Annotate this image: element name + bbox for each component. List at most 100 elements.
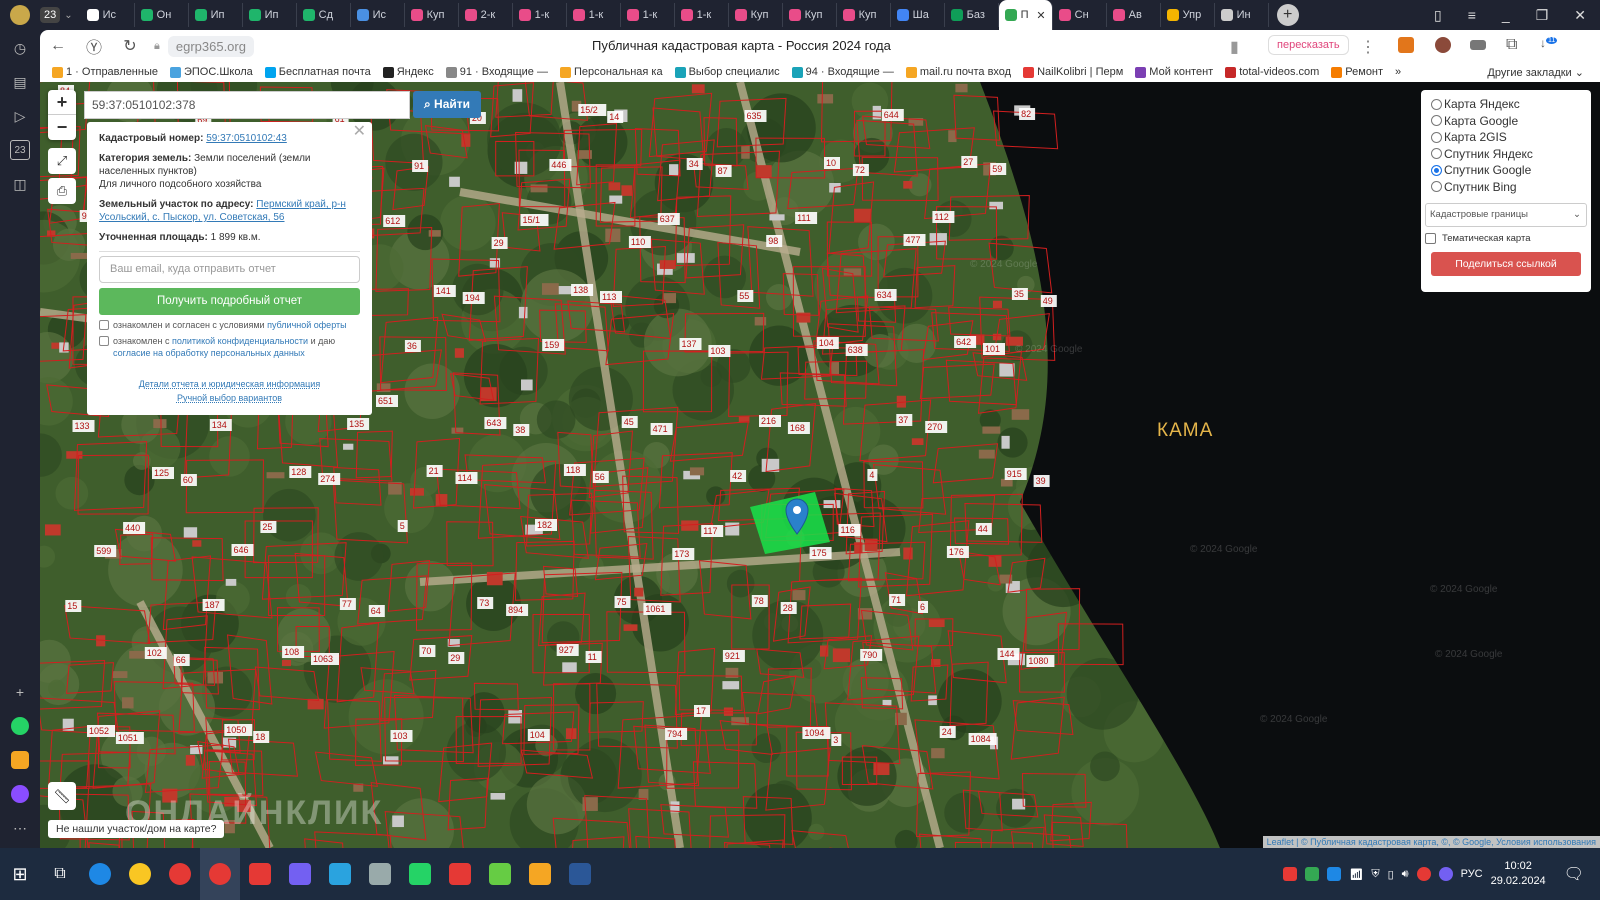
app-icon[interactable]	[480, 848, 520, 900]
retell-button[interactable]: пересказать	[1268, 35, 1349, 55]
anydesk-icon[interactable]	[440, 848, 480, 900]
browser-tab[interactable]: Упр	[1161, 3, 1215, 27]
bookmark-item[interactable]: 94 · Входящие —	[791, 66, 894, 78]
consent-link[interactable]: согласие на обработку персональных данны…	[113, 348, 305, 358]
history-icon[interactable]: ◷	[10, 38, 30, 58]
alice-icon[interactable]	[10, 784, 30, 804]
bookmark-item[interactable]: total-videos.com	[1225, 66, 1319, 78]
notifications-icon[interactable]: 🗨︎	[1564, 864, 1584, 884]
add-icon[interactable]: +	[10, 682, 30, 702]
screenshot-icon[interactable]: ◫	[10, 174, 30, 194]
bookmark-item[interactable]: Ремонт	[1331, 66, 1383, 78]
browser-tab[interactable]: Он	[135, 3, 189, 27]
clock[interactable]: 10:02 29.02.2024	[1491, 859, 1546, 889]
share-link-button[interactable]: Поделиться ссылкой	[1431, 252, 1581, 276]
bookmark-item[interactable]: Персональная ка	[559, 66, 663, 78]
bookmark-icon[interactable]: ▮	[1230, 37, 1239, 57]
privacy-checkbox[interactable]	[99, 336, 109, 346]
downloads-icon[interactable]: ↓ 11	[1540, 36, 1558, 50]
app-icon[interactable]	[360, 848, 400, 900]
minimize-button[interactable]: _	[1502, 7, 1510, 24]
play-icon[interactable]: ▷	[10, 106, 30, 126]
offer-checkbox[interactable]	[99, 320, 109, 330]
url-field[interactable]: egrp365.org	[167, 35, 254, 57]
mail-icon[interactable]	[520, 848, 560, 900]
calendar-icon[interactable]: 23	[10, 140, 30, 160]
tray-app-icon[interactable]	[1283, 867, 1298, 881]
back-button[interactable]: ←	[40, 37, 76, 55]
layer-option[interactable]: Спутник Bing	[1431, 179, 1581, 196]
radio-button[interactable]	[1431, 148, 1442, 160]
language-indicator[interactable]: РУС	[1461, 868, 1483, 880]
bookmark-item[interactable]: Бесплатная почта	[264, 66, 371, 78]
zoom-out-button[interactable]: −	[48, 115, 76, 140]
viber-icon[interactable]	[280, 848, 320, 900]
bookmark-item[interactable]: Мой контент	[1135, 66, 1213, 78]
layer-option[interactable]: Карта 2GIS	[1431, 129, 1581, 146]
security-icon[interactable]: ⛨	[1371, 868, 1379, 881]
chrome-icon[interactable]	[160, 848, 200, 900]
yandex-icon[interactable]	[240, 848, 280, 900]
browser-tab[interactable]: 1-к	[567, 3, 621, 27]
volume-icon[interactable]: 🔊︎	[1402, 868, 1409, 881]
layer-option[interactable]: Спутник Google	[1431, 162, 1581, 179]
browser-tab[interactable]: П ✕	[998, 0, 1053, 30]
browser-tab[interactable]: 1-к	[675, 3, 729, 27]
thematic-checkbox[interactable]	[1425, 233, 1436, 244]
browser-tab[interactable]: Ин	[1215, 3, 1269, 27]
ruler-tool-button[interactable]: 📏︎	[48, 782, 76, 810]
zoom-in-button[interactable]: +	[48, 90, 76, 115]
extensions-icon[interactable]: ⧉	[1506, 36, 1517, 54]
browser-tab[interactable]: 1-к	[621, 3, 675, 27]
privacy-link[interactable]: политикой конфиденциальности	[172, 336, 308, 346]
start-button[interactable]: ⊞	[0, 848, 40, 900]
layer-option[interactable]: Спутник Яндекс	[1431, 146, 1581, 163]
word-icon[interactable]	[560, 848, 600, 900]
radio-button[interactable]	[1431, 131, 1442, 143]
browser-tab[interactable]: Куп	[837, 3, 891, 27]
browser-tab[interactable]: 1-к	[513, 3, 567, 27]
radio-button[interactable]	[1431, 98, 1442, 110]
bookmark-item[interactable]: mail.ru почта вход	[905, 66, 1011, 78]
not-found-link[interactable]: Не нашли участок/дом на карте?	[48, 820, 225, 838]
browser-tab[interactable]: Куп	[729, 3, 783, 27]
details-link[interactable]: Детали отчета и юридическая информация	[139, 379, 320, 389]
more-icon[interactable]: ⋮	[1360, 37, 1376, 57]
bookmark-item[interactable]: Выбор специалис	[674, 66, 780, 78]
usb-icon[interactable]: ▯	[1388, 868, 1394, 881]
bookmark-item[interactable]: 1 · Отправленные	[52, 66, 158, 78]
browser-tab[interactable]: Ис	[81, 3, 135, 27]
telegram-icon[interactable]	[320, 848, 360, 900]
viber-tray-icon[interactable]	[1438, 867, 1453, 881]
browser-tab[interactable]: Ип	[189, 3, 243, 27]
chevron-down-icon[interactable]: ⌄	[64, 10, 72, 21]
more-icon[interactable]: ⋯	[10, 818, 30, 838]
radio-button[interactable]	[1431, 115, 1442, 127]
new-tab-button[interactable]: +	[1276, 4, 1299, 26]
more-bookmarks-icon[interactable]: »	[1395, 66, 1401, 78]
browser-tab[interactable]: Ша	[891, 3, 945, 27]
cadastral-map[interactable]: © 2024 Google © 2024 Google © 2024 Google ©…	[40, 82, 1600, 848]
layer-option[interactable]: Карта Яндекс	[1431, 96, 1581, 113]
browser-tab[interactable]: Куп	[783, 3, 837, 27]
bookmark-item[interactable]: 91 · Входящие —	[445, 66, 548, 78]
whatsapp-icon[interactable]	[10, 716, 30, 736]
browser-tab[interactable]: Сд	[297, 3, 351, 27]
task-view-icon[interactable]: ⧉	[40, 848, 80, 900]
tab-count-badge[interactable]: 23	[40, 7, 61, 23]
offer-link[interactable]: публичной оферты	[267, 320, 347, 330]
mail-icon[interactable]	[10, 750, 30, 770]
close-icon[interactable]: ✕	[353, 124, 366, 140]
get-report-button[interactable]: Получить подробный отчет	[99, 288, 360, 315]
bookmark-item[interactable]: NailKolibri | Перм	[1023, 66, 1123, 78]
radio-button[interactable]	[1431, 164, 1442, 176]
browser-tab[interactable]: Баз	[945, 3, 999, 27]
cad-number-link[interactable]: 59:37:0510102:43	[206, 133, 287, 144]
browser-tab[interactable]: Ип	[243, 3, 297, 27]
collections-icon[interactable]: ▤	[10, 72, 30, 92]
google-drive-icon[interactable]	[1305, 867, 1320, 881]
find-button[interactable]: ⌕ Найти	[413, 91, 481, 118]
layer-option[interactable]: Карта Google	[1431, 113, 1581, 130]
other-bookmarks[interactable]: Другие закладки ⌄	[1487, 66, 1584, 79]
maximize-button[interactable]: ❐	[1536, 7, 1549, 24]
